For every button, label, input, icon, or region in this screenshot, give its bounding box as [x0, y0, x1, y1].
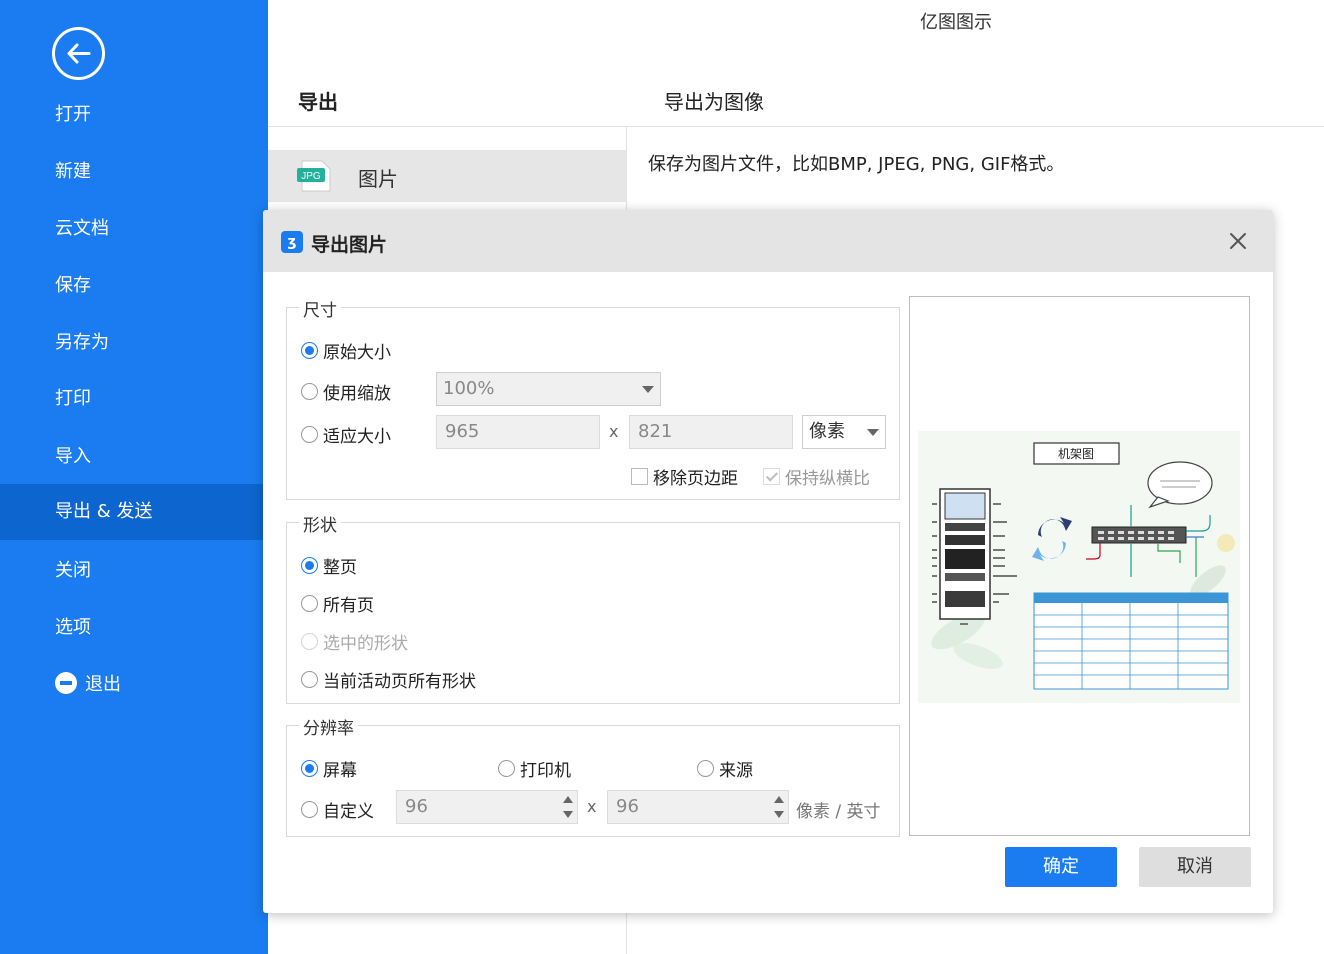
keep-ratio-checkbox[interactable]: 保持纵横比: [763, 464, 870, 489]
chevron-down-icon: [867, 429, 879, 436]
radio-whole-page-label: 整页: [323, 558, 357, 578]
dpi-y-input[interactable]: 96: [607, 790, 789, 824]
radio-source[interactable]: 来源: [697, 756, 753, 781]
jpg-icon-text: JPG: [301, 171, 321, 182]
radio-use-scale[interactable]: 使用缩放: [301, 379, 391, 404]
radio-screen-label: 屏幕: [323, 761, 357, 781]
export-image-nav-label: 图片: [358, 167, 398, 191]
radio-source-label: 来源: [719, 761, 753, 781]
radio-original-size-label: 原始大小: [323, 343, 391, 363]
resolution-legend: 分辨率: [299, 714, 358, 739]
dpi-x-input[interactable]: 96: [396, 790, 578, 824]
spinner-icon[interactable]: [774, 794, 784, 820]
scale-select[interactable]: 100%: [436, 372, 661, 406]
app-title: 亿图图示: [920, 12, 992, 33]
shape-group: 形状 整页 所有页 选中的形状 当前活动页所有形状: [286, 511, 900, 704]
sidebar-item-exit-label: 退出: [85, 674, 121, 695]
radio-all-pages-label: 所有页: [323, 596, 374, 616]
keep-ratio-label: 保持纵横比: [785, 469, 870, 489]
width-input[interactable]: 965: [436, 415, 600, 449]
radio-selected-shape-label: 选中的形状: [323, 634, 408, 654]
sidebar-item-exit[interactable]: 退出: [0, 657, 268, 713]
radio-original-size[interactable]: 原始大小: [301, 338, 391, 363]
shape-legend: 形状: [299, 511, 341, 536]
preview-image: 机架图: [918, 431, 1240, 703]
cancel-button[interactable]: 取消: [1139, 847, 1251, 887]
chevron-down-icon: [642, 386, 654, 393]
header-divider: [268, 126, 1324, 127]
radio-printer[interactable]: 打印机: [498, 756, 571, 781]
rack-diagram-preview: 机架图: [931, 442, 1235, 690]
radio-fit-size-label: 适应大小: [323, 427, 391, 447]
exit-icon: [55, 672, 77, 694]
spinner-icon[interactable]: [563, 794, 573, 820]
edraw-logo-icon: ʒ: [281, 231, 303, 253]
preview-diagram-title: 机架图: [1058, 447, 1094, 461]
dialog-header: ʒ 导出图片: [263, 210, 1273, 272]
radio-whole-page[interactable]: 整页: [301, 553, 357, 578]
unit-select-value: 像素: [809, 421, 845, 442]
export-image-nav-item[interactable]: JPG 图片: [268, 150, 626, 202]
remove-margin-label: 移除页边距: [653, 469, 738, 489]
size-legend: 尺寸: [299, 296, 341, 321]
sidebar: 打开 新建 云文档 保存 另存为 打印 导入 导出 & 发送 关闭 选项 退出: [0, 0, 268, 954]
back-arrow-icon[interactable]: [52, 27, 105, 80]
jpg-file-icon: JPG: [297, 160, 331, 192]
sidebar-item-print[interactable]: 打印: [0, 371, 268, 427]
radio-fit-size[interactable]: 适应大小: [301, 422, 391, 447]
sidebar-item-cloud-docs[interactable]: 云文档: [0, 201, 268, 257]
sidebar-item-export-send[interactable]: 导出 & 发送: [0, 484, 268, 540]
size-times-sign: x: [609, 422, 619, 441]
radio-printer-label: 打印机: [520, 761, 571, 781]
resolution-group: 分辨率 屏幕 打印机 来源 自定义 96 x 96 像素 / 英寸: [286, 714, 900, 837]
sidebar-item-save[interactable]: 保存: [0, 258, 268, 314]
radio-custom[interactable]: 自定义: [301, 797, 374, 822]
remove-margin-checkbox[interactable]: 移除页边距: [631, 464, 738, 489]
section-title: 导出: [298, 90, 338, 114]
scale-select-value: 100%: [443, 378, 495, 399]
radio-all-pages[interactable]: 所有页: [301, 591, 374, 616]
size-group: 尺寸 原始大小 使用缩放 100% 适应大小 965 x 821 像素 移除页边…: [286, 296, 900, 500]
export-image-dialog: ʒ 导出图片 尺寸 原始大小 使用缩放 100% 适应大小 965 x 821 …: [263, 210, 1273, 913]
sidebar-item-save-as[interactable]: 另存为: [0, 315, 268, 371]
radio-active-page-shapes-label: 当前活动页所有形状: [323, 672, 476, 692]
radio-custom-label: 自定义: [323, 802, 374, 822]
unit-select[interactable]: 像素: [802, 415, 886, 449]
radio-selected-shape[interactable]: 选中的形状: [301, 629, 408, 654]
sidebar-item-import[interactable]: 导入: [0, 429, 268, 485]
dpi-times-sign: x: [587, 797, 597, 816]
dialog-title: 导出图片: [311, 234, 388, 256]
section-subtitle: 导出为图像: [664, 90, 764, 114]
dpi-unit-label: 像素 / 英寸: [796, 802, 881, 822]
dpi-x-value: 96: [405, 796, 428, 817]
sidebar-item-close[interactable]: 关闭: [0, 543, 268, 599]
height-input[interactable]: 821: [629, 415, 793, 449]
sidebar-item-new[interactable]: 新建: [0, 144, 268, 200]
radio-screen[interactable]: 屏幕: [301, 756, 357, 781]
close-icon[interactable]: [1227, 230, 1249, 252]
sidebar-item-options[interactable]: 选项: [0, 600, 268, 656]
dpi-y-value: 96: [616, 796, 639, 817]
radio-use-scale-label: 使用缩放: [323, 384, 391, 404]
radio-active-page-shapes[interactable]: 当前活动页所有形状: [301, 667, 476, 692]
export-description: 保存为图片文件，比如BMP, JPEG, PNG, GIF格式。: [648, 154, 1065, 175]
ok-button[interactable]: 确定: [1005, 847, 1117, 887]
sidebar-item-open[interactable]: 打开: [0, 87, 268, 143]
preview-panel: 机架图: [909, 296, 1250, 836]
